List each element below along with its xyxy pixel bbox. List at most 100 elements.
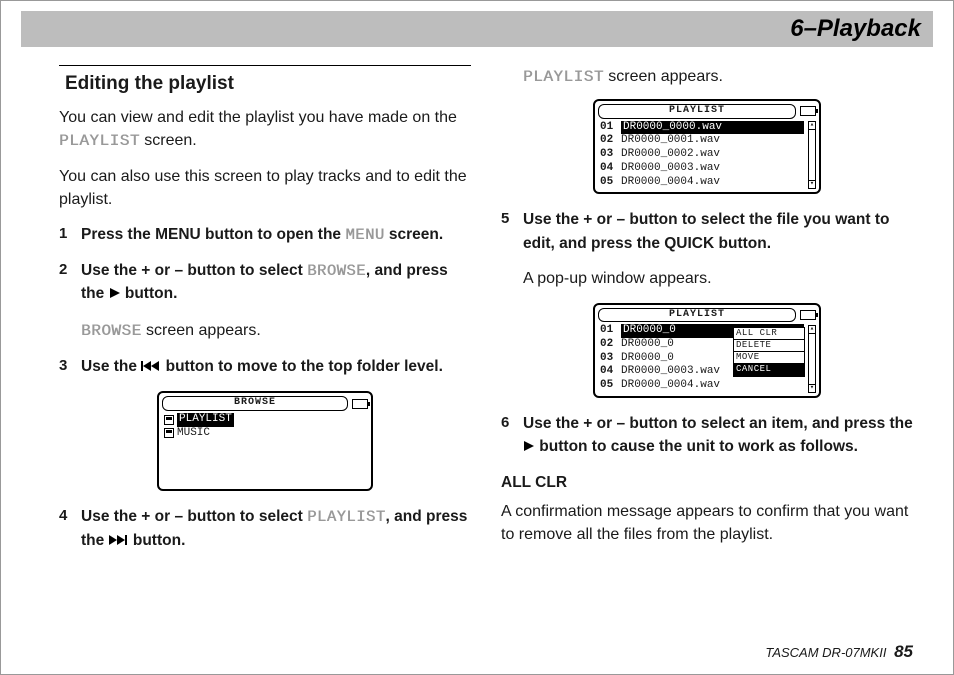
- step-text: Use the button to move to the top folder…: [81, 358, 443, 375]
- chapter-title: 6–Playback: [790, 15, 921, 43]
- battery-icon: [800, 310, 816, 320]
- step-number: 6: [501, 412, 509, 434]
- lcd-row: 05DR0000_0004.wav: [598, 176, 806, 190]
- lcd-title: BROWSE: [162, 396, 348, 411]
- step-text: Use the + or – button to select BROWSE, …: [81, 262, 448, 302]
- folder-icon: [164, 415, 174, 425]
- lcd-playlist-popup-screen: PLAYLIST 01DR0000_0 02DR0000_0 03DR0000_…: [593, 303, 821, 398]
- text: screen.: [140, 132, 197, 149]
- left-column: Editing the playlist You can view and ed…: [59, 65, 471, 565]
- screen-term-browse: BROWSE: [81, 322, 142, 340]
- step-number: 5: [501, 208, 509, 230]
- right-column: PLAYLIST screen appears. PLAYLIST 01DR00…: [501, 65, 913, 565]
- step-4: 4 Use the + or – button to select PLAYLI…: [59, 505, 471, 553]
- folder-icon: [164, 428, 174, 438]
- text: Use the + or – button to select: [81, 262, 307, 279]
- lcd-playlist2-wrap: PLAYLIST 01DR0000_0 02DR0000_0 03DR0000_…: [501, 303, 913, 398]
- lcd-title: PLAYLIST: [598, 308, 796, 323]
- row-index: 05: [600, 379, 618, 393]
- screen-term-browse: BROWSE: [307, 262, 366, 280]
- screen-term-menu: MENU: [345, 226, 384, 244]
- lcd-title-row: PLAYLIST: [598, 104, 816, 119]
- lcd-list: 01DR0000_0000.wav 02DR0000_0001.wav 03DR…: [598, 121, 816, 190]
- step-2: 2 Use the + or – button to select BROWSE…: [59, 259, 471, 307]
- lcd-item-label: MUSIC: [177, 427, 210, 441]
- popup-item: DELETE: [734, 340, 804, 352]
- row-filename: DR0000_0001.wav: [621, 134, 804, 148]
- lcd-row: PLAYLIST: [162, 413, 368, 427]
- lcd-list: PLAYLIST MUSIC: [162, 413, 368, 441]
- step-text: Use the + or – button to select an item,…: [523, 415, 913, 455]
- content-columns: Editing the playlist You can view and ed…: [1, 47, 953, 565]
- skip-back-icon: [141, 357, 161, 379]
- step-text: Use the + or – button to select the file…: [523, 211, 889, 251]
- battery-icon: [800, 106, 816, 116]
- all-clr-body: A confirmation message appears to confir…: [501, 500, 913, 546]
- text: button.: [129, 532, 186, 549]
- step-number: 4: [59, 505, 67, 527]
- footer-page-number: 85: [894, 642, 913, 661]
- lcd-title: PLAYLIST: [598, 104, 796, 119]
- manual-page: 6–Playback Editing the playlist You can …: [0, 0, 954, 675]
- step-6: 6 Use the + or – button to select an ite…: [501, 412, 913, 460]
- text: Use the: [81, 358, 141, 375]
- lcd-browse-wrap: BROWSE PLAYLIST MUSIC: [59, 391, 471, 491]
- step-text: Use the + or – button to select PLAYLIST…: [81, 508, 467, 548]
- step-5: 5 Use the + or – button to select the fi…: [501, 208, 913, 255]
- step-number: 2: [59, 259, 67, 281]
- row-index: 05: [600, 176, 618, 190]
- row-filename: DR0000_0000.wav: [621, 121, 804, 135]
- row-filename: DR0000_0003.wav: [621, 162, 804, 176]
- popup-item: MOVE: [734, 352, 804, 364]
- browse-appears: BROWSE screen appears.: [59, 319, 471, 343]
- lcd-playlist1-wrap: PLAYLIST 01DR0000_0000.wav 02DR0000_0001…: [501, 99, 913, 194]
- intro-paragraph-2: You can also use this screen to play tra…: [59, 165, 471, 211]
- lcd-row: 02DR0000_0001.wav: [598, 134, 806, 148]
- text: button to move to the top folder level.: [161, 358, 443, 375]
- page-footer: TASCAM DR-07MKII 85: [765, 642, 913, 662]
- screen-term-playlist: PLAYLIST: [59, 132, 140, 150]
- text: Use the + or – button to select an item,…: [523, 415, 913, 432]
- lcd-title-row: PLAYLIST: [598, 308, 816, 323]
- text: Press the MENU button to open the: [81, 226, 345, 243]
- step-text: Press the MENU button to open the MENU s…: [81, 226, 443, 243]
- intro-paragraph-1: You can view and edit the playlist you h…: [59, 106, 471, 153]
- lcd-row: 03DR0000_0002.wav: [598, 148, 806, 162]
- step-3: 3 Use the button to move to the top fold…: [59, 355, 471, 379]
- lcd-scrollbar: ▴▾: [808, 325, 816, 393]
- text: Use the + or – button to select: [81, 508, 307, 525]
- text: button to cause the unit to work as foll…: [535, 438, 858, 455]
- screen-term-playlist: PLAYLIST: [307, 508, 385, 526]
- steps-list-left: 1 Press the MENU button to open the MENU…: [59, 223, 471, 306]
- row-filename: DR0000_0004.wav: [621, 176, 804, 190]
- text: button.: [121, 285, 178, 302]
- section-heading: Editing the playlist: [59, 65, 471, 100]
- row-index: 03: [600, 352, 618, 366]
- lcd-title-row: BROWSE: [162, 396, 368, 411]
- screen-term-playlist: PLAYLIST: [523, 68, 604, 86]
- lcd-row: 05DR0000_0004.wav: [598, 379, 806, 393]
- lcd-row: MUSIC: [162, 427, 368, 441]
- row-filename: DR0000_0004.wav: [621, 379, 804, 393]
- row-index: 01: [600, 121, 618, 135]
- text: screen appears.: [604, 68, 723, 85]
- row-index: 02: [600, 338, 618, 352]
- lcd-scrollbar: ▴▾: [808, 121, 816, 189]
- footer-model: TASCAM DR-07MKII: [765, 645, 886, 660]
- chapter-header-bar: 6–Playback: [21, 11, 933, 47]
- lcd-popup-menu: ALL CLR DELETE MOVE CANCEL: [733, 327, 805, 377]
- steps-list-left-b: 3 Use the button to move to the top fold…: [59, 355, 471, 379]
- popup-item: ALL CLR: [734, 328, 804, 340]
- step-number: 1: [59, 223, 67, 245]
- row-index: 03: [600, 148, 618, 162]
- steps-list-right-a: 5 Use the + or – button to select the fi…: [501, 208, 913, 255]
- lcd-item-label: PLAYLIST: [177, 413, 234, 427]
- lcd-row: 04DR0000_0003.wav: [598, 162, 806, 176]
- row-index: 01: [600, 324, 618, 338]
- row-index: 02: [600, 134, 618, 148]
- popup-item-selected: CANCEL: [734, 364, 804, 375]
- step-1: 1 Press the MENU button to open the MENU…: [59, 223, 471, 246]
- playlist-appears: PLAYLIST screen appears.: [523, 65, 913, 89]
- row-index: 04: [600, 365, 618, 379]
- play-icon: [109, 284, 121, 306]
